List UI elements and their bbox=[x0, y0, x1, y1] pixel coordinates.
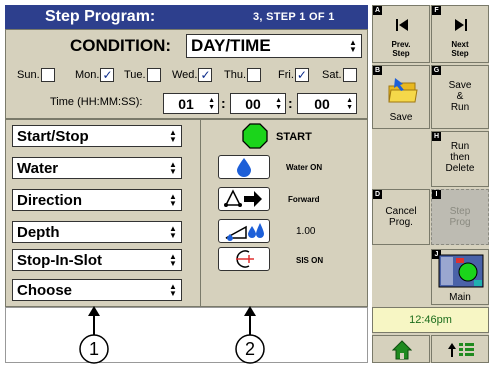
seconds-field[interactable]: 00 ▲ ▼ bbox=[297, 93, 357, 114]
checkbox-sun[interactable] bbox=[40, 68, 55, 82]
checkbox-sat[interactable] bbox=[342, 68, 357, 82]
key-h-tag: H bbox=[432, 132, 441, 141]
start-circle-icon[interactable] bbox=[242, 123, 268, 149]
action-select-2[interactable]: Water ▲ ▼ bbox=[12, 157, 182, 179]
menu-button[interactable] bbox=[431, 335, 489, 363]
time-colon: : bbox=[221, 95, 226, 111]
next-step-label: Next Step bbox=[451, 40, 469, 58]
day-thu[interactable]: Thu. bbox=[224, 68, 262, 82]
save-run-button[interactable]: G Save & Run bbox=[431, 65, 489, 129]
select-arrows-icon: ▲ ▼ bbox=[169, 252, 177, 268]
time-label: Time (HH:MM:SS): bbox=[50, 96, 143, 108]
day-sun[interactable]: Sun. bbox=[17, 68, 55, 82]
callout-2: 2 bbox=[244, 339, 255, 359]
checkbox-fri[interactable]: ✓ bbox=[294, 68, 309, 82]
depth-icon[interactable] bbox=[218, 219, 270, 243]
condition-label: CONDITION: bbox=[70, 36, 172, 55]
condition-select[interactable]: DAY/TIME ▲ ▼ bbox=[186, 34, 362, 58]
key-i-tag: I bbox=[432, 190, 441, 199]
step-program-header: Step Program: 3, STEP 1 OF 1 bbox=[5, 5, 368, 29]
checkbox-thu[interactable] bbox=[247, 68, 262, 82]
column-divider bbox=[200, 119, 201, 307]
main-label: Main bbox=[449, 292, 471, 303]
up-menu-icon bbox=[448, 343, 474, 357]
clock: 12:46pm bbox=[372, 307, 489, 333]
stepper-icon[interactable]: ▲ ▼ bbox=[275, 97, 282, 111]
prev-step-icon bbox=[396, 19, 408, 31]
prev-step-button[interactable]: A Prev. Step bbox=[372, 5, 430, 63]
select-arrows-icon: ▲ ▼ bbox=[169, 128, 177, 144]
select-arrows-icon: ▲ ▼ bbox=[169, 224, 177, 240]
time-colon: : bbox=[288, 95, 293, 111]
next-step-icon bbox=[455, 19, 467, 31]
select-arrows-icon: ▲ ▼ bbox=[349, 38, 357, 54]
select-arrows-icon: ▲ ▼ bbox=[169, 282, 177, 298]
page-title: Step Program: bbox=[45, 8, 156, 25]
next-step-button[interactable]: F Next Step bbox=[431, 5, 489, 63]
minutes-field[interactable]: 00 ▲ ▼ bbox=[230, 93, 286, 114]
key-a-tag: A bbox=[373, 6, 382, 15]
select-arrows-icon: ▲ ▼ bbox=[169, 160, 177, 176]
run-delete-button[interactable]: H Run then Delete bbox=[431, 131, 489, 187]
status-depth: 1.00 bbox=[296, 226, 316, 237]
key-b-tag: B bbox=[373, 66, 382, 75]
save-label: Save bbox=[389, 112, 413, 123]
checkbox-wed[interactable]: ✓ bbox=[198, 68, 213, 82]
step-prog-button[interactable]: I Step Prog bbox=[431, 189, 489, 245]
day-fri[interactable]: Fri. ✓ bbox=[278, 68, 309, 82]
stepper-icon[interactable]: ▲ ▼ bbox=[208, 97, 215, 111]
status-sis: SIS ON bbox=[296, 256, 324, 265]
home-icon bbox=[392, 340, 412, 360]
save-folder-icon bbox=[388, 78, 418, 103]
callout-arrows bbox=[79, 306, 265, 364]
cancel-prog-button[interactable]: D Cancel Prog. bbox=[372, 189, 430, 245]
checkbox-tue[interactable] bbox=[146, 68, 161, 82]
run-delete-label: Run then Delete bbox=[445, 141, 475, 174]
home-button[interactable] bbox=[372, 335, 430, 363]
save-button[interactable]: B Save bbox=[372, 65, 430, 129]
cancel-label: Cancel Prog. bbox=[385, 206, 417, 228]
key-d-tag: D bbox=[373, 190, 382, 199]
hours-field[interactable]: 01 ▲ ▼ bbox=[163, 93, 219, 114]
action-select-3[interactable]: Direction ▲ ▼ bbox=[12, 189, 182, 211]
key-g-tag: G bbox=[432, 66, 441, 75]
key-f-tag: F bbox=[432, 6, 441, 15]
action-select-1[interactable]: Start/Stop ▲ ▼ bbox=[12, 125, 182, 147]
status-direction: Forward bbox=[288, 195, 320, 204]
stepper-icon[interactable]: ▲ ▼ bbox=[346, 97, 353, 111]
action-select-4[interactable]: Depth ▲ ▼ bbox=[12, 221, 182, 243]
status-water: Water ON bbox=[286, 163, 323, 172]
day-tue[interactable]: Tue. bbox=[124, 68, 161, 82]
status-start: START bbox=[276, 131, 312, 143]
prev-step-label: Prev. Step bbox=[391, 40, 411, 58]
day-mon[interactable]: Mon. ✓ bbox=[75, 68, 115, 82]
stop-in-slot-icon[interactable] bbox=[218, 247, 270, 271]
step-info: 3, STEP 1 OF 1 bbox=[253, 11, 335, 23]
action-select-5[interactable]: Stop-In-Slot ▲ ▼ bbox=[12, 249, 182, 271]
main-button[interactable]: J Main bbox=[431, 249, 489, 305]
step-prog-label: Step Prog bbox=[449, 206, 471, 228]
water-drop-icon[interactable] bbox=[218, 155, 270, 179]
checkbox-mon[interactable]: ✓ bbox=[100, 68, 115, 82]
direction-forward-icon[interactable] bbox=[218, 187, 270, 211]
day-wed[interactable]: Wed. ✓ bbox=[172, 68, 213, 82]
action-select-6[interactable]: Choose ▲ ▼ bbox=[12, 279, 182, 301]
day-sat[interactable]: Sat. bbox=[322, 68, 357, 82]
select-arrows-icon: ▲ ▼ bbox=[169, 192, 177, 208]
callout-1: 1 bbox=[88, 339, 99, 359]
save-run-label: Save & Run bbox=[448, 80, 472, 113]
main-screen-icon bbox=[438, 254, 484, 288]
